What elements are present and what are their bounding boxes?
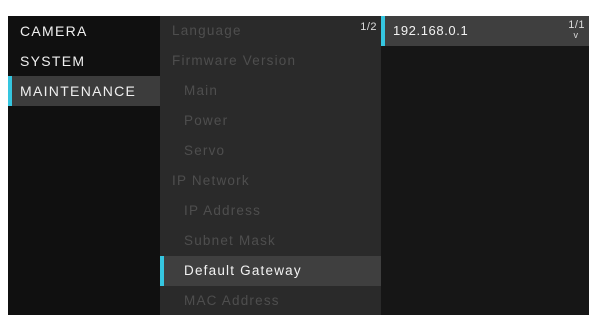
submenu-item-default-gateway[interactable]: Default Gateway [160,256,381,286]
category-label: CAMERA [20,23,88,39]
submenu-column: Language Firmware Version Main Power Ser… [160,16,381,315]
category-column: CAMERA SYSTEM MAINTENANCE [8,16,160,315]
osd-menu-panel: CAMERA SYSTEM MAINTENANCE Language Firmw… [8,16,589,315]
value-row[interactable]: 192.168.0.1 1/1 v [381,16,589,46]
submenu-item-subnet-mask: Subnet Mask [160,226,381,256]
submenu-label: IP Network [172,173,250,188]
submenu-item-power: Power [160,106,381,136]
category-camera[interactable]: CAMERA [8,16,160,46]
submenu-label: Main [184,83,219,98]
submenu-label: Power [184,113,229,128]
selection-indicator [8,76,12,106]
submenu-label: MAC Address [184,293,280,308]
chevron-down-icon[interactable]: v [574,31,579,40]
submenu-item-ip-address: IP Address [160,196,381,226]
category-system[interactable]: SYSTEM [8,46,160,76]
submenu-label: Default Gateway [184,263,302,278]
submenu-label: IP Address [184,203,262,218]
category-label: MAINTENANCE [20,83,137,99]
submenu-item-language: Language [160,16,381,46]
submenu-item-firmware-version: Firmware Version [160,46,381,76]
submenu-item-servo: Servo [160,136,381,166]
gateway-value: 192.168.0.1 [393,23,469,38]
value-column: 192.168.0.1 1/1 v [381,16,589,315]
submenu-item-main: Main [160,76,381,106]
submenu-label: Language [172,23,242,38]
submenu-label: Servo [184,143,226,158]
category-label: SYSTEM [20,53,86,69]
selection-indicator [381,16,385,46]
submenu-item-mac-address: MAC Address [160,286,381,315]
category-maintenance[interactable]: MAINTENANCE [8,76,160,106]
submenu-label: Subnet Mask [184,233,276,248]
selection-indicator [160,256,164,286]
submenu-item-ip-network: IP Network [160,166,381,196]
submenu-page-indicator: 1/2 [360,21,377,33]
screen: CAMERA SYSTEM MAINTENANCE Language Firmw… [0,0,589,315]
submenu-label: Firmware Version [172,53,297,68]
